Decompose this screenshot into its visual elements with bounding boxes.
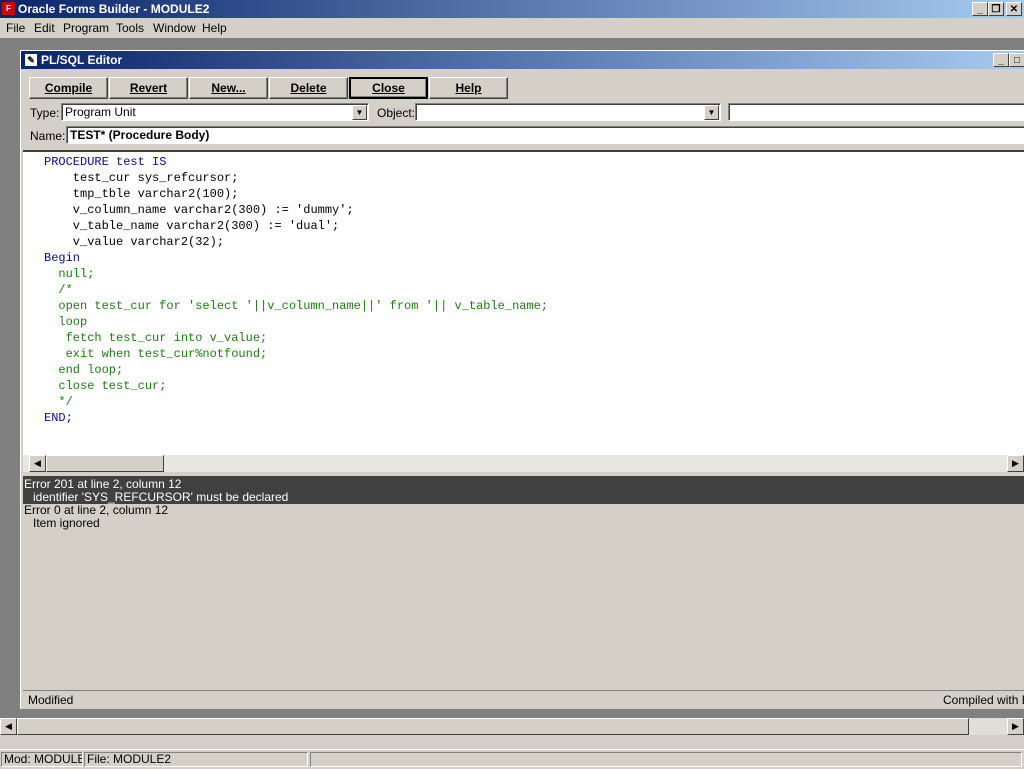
- code-line-13: exit when test_cur%notfound;: [44, 347, 268, 361]
- main-scroll-left-icon[interactable]: ◀: [0, 718, 17, 735]
- error-1-message: identifier 'SYS_REFCURSOR' must be decla…: [33, 490, 289, 504]
- editor-title: PL/SQL Editor: [41, 53, 123, 67]
- name-value: TEST* (Procedure Body): [70, 128, 210, 142]
- code-line-14: end loop;: [44, 363, 124, 377]
- name-label: Name:: [30, 129, 66, 143]
- code-line-16: */: [44, 395, 73, 409]
- name-select[interactable]: TEST* (Procedure Body): [66, 126, 1024, 144]
- delete-button[interactable]: Delete: [269, 77, 348, 99]
- close-button[interactable]: Close: [349, 77, 428, 99]
- code-line-17: END;: [44, 411, 73, 425]
- object-label: Object:: [377, 106, 416, 120]
- editor-minimize-icon[interactable]: _: [993, 53, 1009, 67]
- modified-status: Modified: [28, 693, 74, 707]
- menu-edit[interactable]: Edit: [34, 21, 55, 35]
- main-scroll-thumb[interactable]: [17, 718, 969, 735]
- app-status-bar: Mod: MODULE2 File: MODULE2: [0, 749, 1024, 769]
- code-line-9: /*: [44, 283, 73, 297]
- editor-status-bar: Modified Compiled with Errors: [23, 690, 1024, 709]
- code-line-8: null;: [44, 267, 95, 281]
- help-button[interactable]: Help: [429, 77, 508, 99]
- code-horizontal-scrollbar[interactable]: ◀ ▶: [23, 455, 1024, 472]
- menu-file[interactable]: File: [6, 21, 25, 35]
- main-horizontal-scrollbar[interactable]: ◀ ▶: [0, 718, 1024, 735]
- compilation-errors-pane: Error 201 at line 2, column 12 identifie…: [23, 472, 1024, 690]
- object-select[interactable]: ▼: [415, 103, 721, 121]
- type-label: Type:: [30, 106, 60, 120]
- menu-tools[interactable]: Tools: [116, 21, 144, 35]
- scroll-left-icon[interactable]: ◀: [29, 455, 46, 472]
- code-line-7: Begin: [44, 251, 81, 265]
- code-line-11: loop: [44, 315, 88, 329]
- module-status: Mod: MODULE2: [1, 752, 83, 767]
- error-2-location[interactable]: Error 0 at line 2, column 12: [24, 503, 168, 517]
- code-line-2: test_cur sys_refcursor;: [44, 171, 239, 185]
- app-title: Oracle Forms Builder - MODULE2: [18, 2, 210, 16]
- revert-button[interactable]: Revert: [109, 77, 188, 99]
- type-value: Program Unit: [65, 105, 136, 119]
- object-select-secondary[interactable]: [728, 103, 1024, 121]
- compile-button[interactable]: Compile: [29, 77, 108, 99]
- type-select[interactable]: Program Unit ▼: [61, 103, 369, 121]
- code-line-12: fetch test_cur into v_value;: [44, 331, 268, 345]
- editor-maximize-icon[interactable]: □: [1009, 53, 1024, 67]
- chevron-down-icon[interactable]: ▼: [704, 105, 719, 120]
- editor-title-bar: ✎ PL/SQL Editor _ □: [21, 51, 1024, 69]
- pencil-icon: ✎: [25, 54, 37, 66]
- close-icon[interactable]: ✕: [1006, 2, 1022, 16]
- code-gutter: [23, 152, 41, 455]
- main-scroll-right-icon[interactable]: ▶: [1007, 718, 1024, 735]
- scroll-right-icon[interactable]: ▶: [1007, 455, 1024, 472]
- restore-icon[interactable]: ❐: [988, 2, 1004, 16]
- new-button[interactable]: New...: [189, 77, 268, 99]
- code-line-3: tmp_tble varchar2(100);: [44, 187, 239, 201]
- error-2-message[interactable]: Item ignored: [33, 516, 100, 530]
- code-line-5: v_table_name varchar2(300) := 'dual';: [44, 219, 340, 233]
- menu-program[interactable]: Program: [63, 21, 109, 35]
- menu-help[interactable]: Help: [202, 21, 227, 35]
- code-line-10: open test_cur for 'select '||v_column_na…: [44, 299, 549, 313]
- app-title-bar: F Oracle Forms Builder - MODULE2 _ ❐ ✕: [0, 0, 1024, 18]
- menu-window[interactable]: Window: [153, 21, 196, 35]
- code-line-15: close test_cur;: [44, 379, 167, 393]
- file-status: File: MODULE2: [84, 752, 308, 767]
- compile-status: Compiled with Errors: [943, 693, 1024, 707]
- minimize-icon[interactable]: _: [972, 2, 988, 16]
- oracle-forms-icon: F: [2, 2, 15, 15]
- code-line-4: v_column_name varchar2(300) := 'dummy';: [44, 203, 354, 217]
- code-line-1: PROCEDURE test IS: [44, 155, 167, 169]
- chevron-down-icon[interactable]: ▼: [352, 105, 367, 120]
- menu-bar: File Edit Program Tools Window Help: [0, 18, 1024, 38]
- error-1-location: Error 201 at line 2, column 12: [24, 477, 182, 491]
- scroll-thumb[interactable]: [46, 455, 164, 472]
- status-message: [310, 752, 1022, 767]
- code-line-6: v_value varchar2(32);: [44, 235, 225, 249]
- code-editor[interactable]: PROCEDURE test IS test_cur sys_refcursor…: [23, 150, 1024, 455]
